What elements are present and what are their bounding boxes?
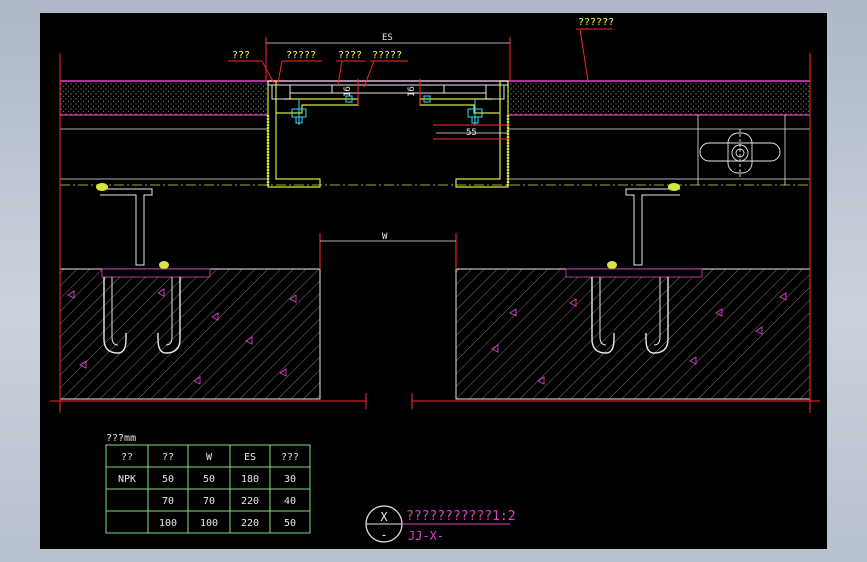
table-cell: 70 (162, 496, 174, 507)
table-cell: 220 (241, 496, 259, 507)
table-header-cell: ?? (162, 452, 174, 463)
table-cell: 180 (241, 474, 259, 485)
dim-16b: 16 (407, 86, 417, 97)
dimension-lines (266, 42, 510, 242)
expansion-joint-section-drawing: ??? ????? ???? ????? ?????? ES W 55 16 1… (50, 17, 820, 543)
table-header-cell: W (206, 452, 213, 463)
dim-16a: 16 (343, 86, 353, 97)
cad-drawing-frame: ??? ????? ???? ????? ?????? ES W 55 16 1… (40, 13, 827, 549)
support-columns (100, 188, 680, 266)
table-cell: NPK (118, 474, 136, 485)
title-block: X - ???????????1:2 JJ-X- (365, 505, 516, 543)
dim-es: ES (382, 33, 393, 43)
drawing-title: ???????????1:2 (406, 509, 516, 524)
concrete-block-right (455, 268, 811, 400)
section-symbol-top: X (380, 510, 388, 524)
drawing-code: JJ-X- (408, 529, 444, 543)
weld-marks (96, 183, 680, 269)
anchor-bolt-detail (699, 129, 781, 177)
table-cell: 40 (284, 496, 296, 507)
callout-cover-left: ??? (232, 50, 250, 61)
table-header-cell: ??? (281, 452, 299, 463)
table-cell: 100 (200, 518, 218, 529)
table-unit-label: ???mm (106, 433, 136, 444)
dimension-text: ES W 55 16 16 (343, 33, 477, 242)
callout-text: ??? ????? ???? ????? ?????? (232, 17, 614, 61)
table-header-cell: ES (244, 452, 256, 463)
table-cell: 50 (284, 518, 296, 529)
spec-table: ???mm ?? ?? W ES ??? NPK 50 50 180 30 70… (105, 433, 311, 534)
table-cell: 100 (159, 518, 177, 529)
cover-plate (267, 80, 509, 100)
fixing-bolts (291, 95, 483, 125)
concrete-block-left (59, 268, 321, 400)
pavement-layer (59, 80, 811, 116)
table-cell: 220 (241, 518, 259, 529)
table-header-cell: ?? (121, 452, 133, 463)
table-cell: 70 (203, 496, 215, 507)
dim-w: W (382, 232, 388, 242)
callout-top-right: ?????? (578, 17, 614, 28)
table-cell: 50 (162, 474, 174, 485)
callout-cover-mid2: ???? (338, 50, 362, 61)
callout-cover-mid3: ????? (372, 50, 402, 61)
section-symbol-bottom: - (380, 528, 387, 542)
steel-edge-profile-right (419, 80, 510, 188)
table-cell: 50 (203, 474, 215, 485)
table-cell: 30 (284, 474, 296, 485)
dim-55: 55 (466, 128, 477, 138)
callout-cover-mid1: ????? (286, 50, 316, 61)
